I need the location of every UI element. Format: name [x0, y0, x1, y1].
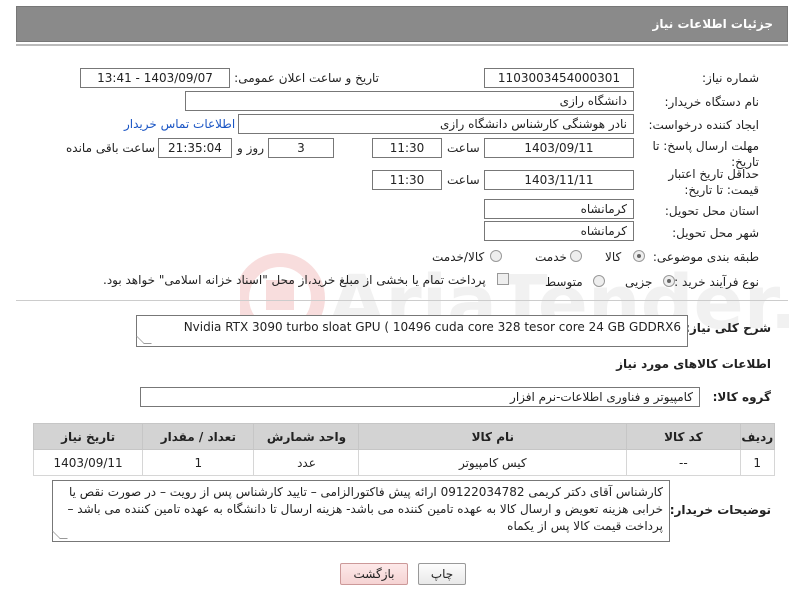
page-header: جزئیات اطلاعات نیاز [16, 6, 788, 42]
process-radio-medium[interactable] [593, 275, 605, 287]
category-option-goods: کالا [605, 250, 622, 264]
process-option-minor: جزیی [625, 275, 653, 289]
summary-textarea: Nvidia RTX 3090 turbo sloat GPU ( 10496 … [136, 315, 688, 347]
category-radio-goods[interactable] [633, 250, 645, 262]
deadline-date-field: 1403/09/11 [484, 138, 634, 158]
page-title: جزئیات اطلاعات نیاز [652, 17, 773, 31]
process-radio-minor[interactable] [663, 275, 675, 287]
goods-group-label: گروه کالا: [712, 390, 771, 404]
category-radio-goods-service[interactable] [490, 250, 502, 262]
price-validity-date-field: 1403/11/11 [484, 170, 634, 190]
process-label: نوع فرآیند خرید : [674, 275, 759, 289]
col-header-name: نام کالا [358, 423, 628, 450]
col-header-date: تاریخ نیاز [32, 423, 144, 450]
col-header-qty: تعداد / مقدار [142, 423, 255, 450]
treasury-payment-note: پرداخت تمام یا بخشی از مبلغ خرید،از محل … [103, 273, 486, 287]
city-label: شهر محل تحویل: [672, 226, 759, 240]
days-label: روز و [237, 141, 264, 155]
summary-label: شرح کلی نیاز: [685, 321, 771, 335]
print-button[interactable]: چاپ [418, 563, 466, 585]
buyer-contact-link[interactable]: اطلاعات تماس خریدار [124, 117, 235, 131]
deadline-time-field: 11:30 [372, 138, 442, 158]
city-field: کرمانشاه [484, 221, 634, 241]
goods-group-field: کامپیوتر و فناوری اطلاعات-نرم افزار [140, 387, 700, 407]
goods-table: ردیف کد کالا نام کالا واحد شمارش تعداد /… [32, 423, 775, 476]
creator-label: ایجاد کننده درخواست: [648, 118, 759, 132]
need-number-label: شماره نیاز: [702, 71, 759, 85]
page: جزئیات اطلاعات نیاز AriaTender.neT شماره… [0, 0, 789, 598]
remaining-time-field: 21:35:04 [158, 138, 232, 158]
buyer-org-label: نام دستگاه خریدار: [664, 95, 760, 109]
goods-section-title: اطلاعات کالاهای مورد نیاز [616, 357, 771, 371]
need-number-field: 1103003454000301 [484, 68, 634, 88]
announce-field: 1403/09/07 - 13:41 [80, 68, 230, 88]
buyer-notes-label: توضیحات خریدار: [669, 503, 771, 517]
announce-label: تاریخ و ساعت اعلان عمومی: [234, 71, 379, 85]
cell-row: 1 [739, 449, 775, 476]
buyer-notes-textarea: کارشناس آقای دکتر کریمی 09122034782 ارائ… [52, 480, 670, 542]
cell-date: 1403/09/11 [32, 449, 144, 476]
price-validity-time-label: ساعت [447, 173, 480, 187]
remaining-label: ساعت باقی مانده [66, 141, 156, 155]
cell-code: -- [626, 449, 741, 476]
category-option-goods-service: کالا/خدمت [432, 250, 485, 264]
process-option-medium: متوسط [545, 275, 583, 289]
deadline-days-field: 3 [268, 138, 334, 158]
category-radio-service[interactable] [570, 250, 582, 262]
province-field: کرمانشاه [484, 199, 634, 219]
cell-unit: عدد [253, 449, 360, 476]
price-validity-time-field: 11:30 [372, 170, 442, 190]
summary-text: Nvidia RTX 3090 turbo sloat GPU ( 10496 … [183, 320, 681, 334]
col-header-row: ردیف [739, 423, 775, 450]
deadline-time-label: ساعت [447, 141, 480, 155]
category-label: طبقه بندی موضوعی: [652, 250, 759, 264]
cell-qty: 1 [142, 449, 255, 476]
category-option-service: خدمت [535, 250, 567, 264]
treasury-payment-checkbox[interactable] [497, 273, 509, 285]
back-button[interactable]: بازگشت [340, 563, 408, 585]
table-row[interactable]: 1 -- کیس کامپیوتر عدد 1 1403/09/11 [32, 449, 775, 476]
header-divider [16, 44, 788, 46]
creator-field: نادر هوشنگی کارشناس دانشگاه رازی [238, 114, 634, 134]
section-divider [16, 300, 788, 301]
buyer-org-field: دانشگاه رازی [185, 91, 634, 111]
buyer-notes-text: کارشناس آقای دکتر کریمی 09122034782 ارائ… [67, 485, 663, 533]
cell-name: کیس کامپیوتر [358, 449, 628, 476]
table-header-row: ردیف کد کالا نام کالا واحد شمارش تعداد /… [32, 423, 775, 450]
province-label: استان محل تحویل: [664, 204, 759, 218]
resize-grip-icon[interactable] [136, 336, 152, 344]
col-header-code: کد کالا [626, 423, 741, 450]
price-validity-label: حداقل تاریخ اعتبار قیمت: تا تاریخ: [668, 167, 759, 197]
col-header-unit: واحد شمارش [253, 423, 360, 450]
resize-grip-icon[interactable] [52, 531, 68, 539]
